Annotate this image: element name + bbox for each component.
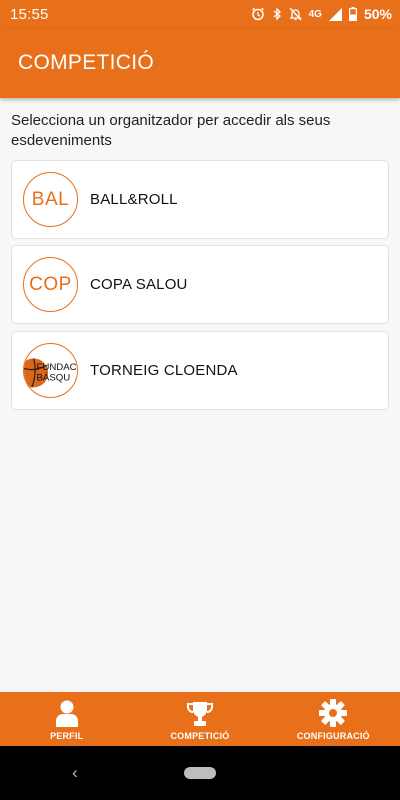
status-icons: 4G 50% (251, 6, 392, 22)
status-time: 15:55 (10, 5, 49, 23)
nav-item-competicio[interactable]: COMPETICIÓ (133, 692, 266, 746)
home-button[interactable] (184, 767, 216, 779)
nav-item-configuracio[interactable]: CONFIGURACIÓ (267, 692, 400, 746)
trophy-icon (185, 701, 215, 731)
organizer-card-torneig-cloenda[interactable]: FUNDAC BÀSQU TORNEIG CLOENDA (11, 331, 389, 410)
organizer-name: TORNEIG CLOENDA (90, 362, 238, 379)
battery-percent: 50% (363, 6, 392, 22)
nav-item-perfil[interactable]: PERFIL (0, 692, 133, 746)
bluetooth-icon (272, 7, 282, 21)
app-bar: COMPETICIÓ (0, 28, 400, 98)
battery-icon (348, 7, 357, 21)
organizer-name: BALL&ROLL (90, 191, 178, 208)
alarm-icon (251, 7, 265, 21)
signal-icon (328, 7, 342, 21)
organizer-name: COPA SALOU (90, 276, 188, 293)
network-type: 4G (308, 8, 322, 20)
intro-text: Selecciona un organitzador per accedir a… (11, 112, 331, 149)
nav-label: PERFIL (50, 731, 84, 741)
nav-label: CONFIGURACIÓ (296, 731, 370, 741)
svg-text:FUNDAC: FUNDAC (37, 362, 77, 373)
person-icon (55, 700, 78, 731)
nav-label: COMPETICIÓ (170, 731, 230, 741)
main-content: Selecciona un organitzador per accedir a… (0, 98, 400, 692)
notifications-off-icon (289, 7, 302, 21)
organizer-logo-abbr: COP (29, 273, 72, 295)
bottom-navigation: PERFIL COMPETICIÓ CONFIGURACIÓ (0, 692, 400, 746)
organizer-logo: COP (23, 257, 78, 312)
back-icon[interactable]: ‹ (72, 763, 78, 783)
organizer-card-ball-roll[interactable]: BAL BALL&ROLL (11, 160, 389, 239)
organizer-logo-abbr: BAL (31, 188, 70, 210)
gear-icon (319, 699, 348, 731)
page-title: COMPETICIÓ (18, 51, 155, 74)
organizer-card-copa-salou[interactable]: COP COPA SALOU (11, 245, 389, 324)
status-bar: 15:55 4G 50% (0, 0, 400, 28)
organizer-logo: BAL (23, 172, 78, 227)
organizer-logo-image: FUNDAC BÀSQU (23, 343, 78, 398)
svg-text:BÀSQU: BÀSQU (37, 373, 71, 384)
basketball-foundation-logo: FUNDAC BÀSQU (24, 358, 77, 388)
system-navigation-bar: ‹ (0, 746, 400, 800)
